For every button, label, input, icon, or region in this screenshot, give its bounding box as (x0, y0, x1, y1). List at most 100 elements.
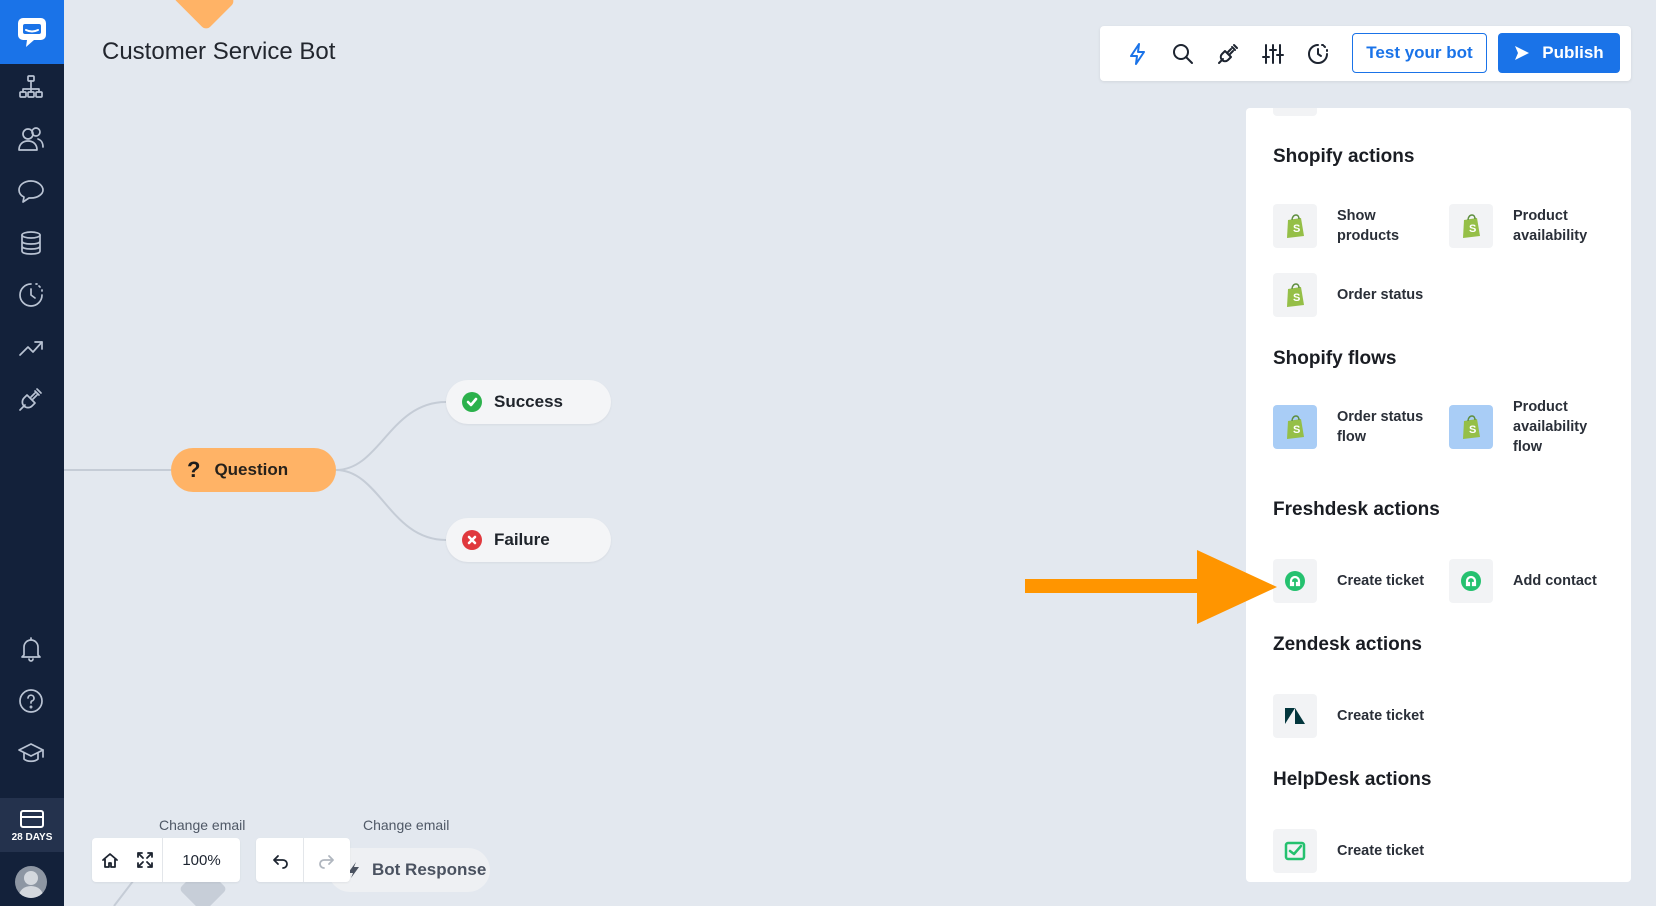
publish-button[interactable]: Publish (1498, 33, 1620, 73)
action-label: Order status flow (1337, 409, 1424, 445)
action-label: Product availability flow (1513, 399, 1588, 455)
freshdesk-icon (1449, 559, 1493, 603)
svg-text:S: S (1469, 223, 1476, 235)
svg-text:S: S (1293, 223, 1300, 235)
sidebar-item-audience[interactable] (14, 122, 48, 156)
expand-icon (136, 852, 153, 868)
undo-icon (272, 855, 288, 869)
shopify-icon: S (1273, 405, 1317, 449)
shopify-icon: S (1273, 273, 1317, 317)
chatbot-logo[interactable] (0, 0, 64, 64)
database-icon (21, 231, 41, 255)
action-shopify-show-products[interactable]: S Show products (1273, 203, 1449, 249)
failure-node-label: Failure (494, 530, 550, 549)
action-label: Create ticket (1337, 573, 1425, 589)
action-icon-partial (1273, 108, 1317, 116)
search-button[interactable] (1169, 40, 1197, 68)
bot-response-label: Bot Response (372, 860, 487, 879)
change-email-label-2: Change email (363, 817, 450, 833)
home-view-button[interactable] (92, 838, 127, 882)
bot-response-node[interactable]: Bot Response (328, 848, 490, 892)
action-shopify-order-status[interactable]: S Order status (1273, 272, 1449, 318)
actions-panel: Shopify actions S Show products S Produc… (1246, 108, 1631, 882)
section-title-shopify-actions: Shopify actions (1273, 146, 1415, 167)
history-button[interactable] (1304, 40, 1332, 68)
notifications-button[interactable] (14, 632, 48, 666)
history-controls (256, 838, 350, 882)
success-node[interactable]: Success (446, 380, 611, 424)
sidebar-item-integrations[interactable] (14, 382, 48, 416)
quick-actions-button[interactable] (1124, 40, 1152, 68)
action-shopify-product-availability[interactable]: S Product availability (1449, 203, 1625, 249)
svg-text:S: S (1293, 292, 1300, 304)
action-zendesk-create-ticket[interactable]: Create ticket (1273, 693, 1449, 739)
users-icon (18, 127, 44, 151)
settings-button[interactable] (1259, 40, 1287, 68)
chat-bubble-icon (18, 180, 44, 203)
action-label: Add contact (1513, 573, 1597, 589)
test-your-bot-button[interactable]: Test your bot (1352, 33, 1487, 73)
action-freshdesk-add-contact[interactable]: Add contact (1449, 558, 1625, 604)
question-node[interactable]: ? Question (171, 448, 336, 492)
sidebar-item-history[interactable] (14, 278, 48, 312)
home-icon (101, 853, 118, 868)
annotation-arrow-icon (1025, 550, 1277, 624)
action-label: Show products (1337, 208, 1400, 244)
helpdesk-icon (1273, 829, 1317, 873)
trend-up-icon (19, 341, 43, 356)
sidebar-item-data[interactable] (14, 226, 48, 260)
action-shopify-order-status-flow[interactable]: S Order status flow (1273, 404, 1449, 450)
failure-node[interactable]: Failure (446, 518, 611, 562)
send-icon (1515, 46, 1530, 60)
question-node-label: Question (214, 460, 289, 479)
question-mark-icon: ? (187, 457, 201, 482)
shopify-icon: S (1273, 204, 1317, 248)
action-freshdesk-create-ticket[interactable]: Create ticket (1273, 558, 1449, 604)
action-helpdesk-create-ticket[interactable]: Create ticket (1273, 828, 1449, 874)
x-circle-icon (462, 530, 482, 550)
integrations-button[interactable] (1214, 40, 1242, 68)
sliders-icon (1262, 44, 1284, 64)
sidebar-item-conversations[interactable] (14, 174, 48, 208)
trial-days-label: 28 DAYS (11, 831, 53, 843)
lightning-icon (1130, 43, 1145, 65)
section-title-freshdesk-actions: Freshdesk actions (1273, 499, 1440, 520)
clock-history-icon (1308, 44, 1328, 64)
plug-icon (1218, 44, 1238, 64)
svg-text:S: S (1293, 424, 1300, 436)
chat-bubble-logo-icon (18, 18, 46, 47)
check-circle-icon (462, 392, 482, 412)
redo-button[interactable] (303, 838, 350, 882)
sidebar-item-reports[interactable] (14, 330, 48, 364)
search-icon (1173, 44, 1193, 64)
publish-label: Publish (1542, 43, 1604, 62)
action-label: Order status (1337, 287, 1424, 303)
shopify-icon: S (1449, 204, 1493, 248)
section-title-helpdesk-actions: HelpDesk actions (1273, 769, 1432, 790)
plug-icon (19, 388, 42, 411)
zoom-level[interactable]: 100% (162, 838, 240, 882)
shopify-icon: S (1449, 405, 1493, 449)
action-shopify-product-availability-flow[interactable]: S Product availability flow (1449, 399, 1625, 455)
credit-card-icon (20, 809, 44, 828)
help-button[interactable] (14, 684, 48, 718)
action-label: Product availability (1513, 208, 1588, 244)
academy-button[interactable] (14, 736, 48, 770)
change-email-label-1: Change email (159, 817, 246, 833)
fit-to-screen-button[interactable] (127, 838, 162, 882)
trial-days-badge[interactable]: 28 DAYS (0, 798, 64, 852)
sidebar-item-bots[interactable] (14, 70, 48, 104)
parent-node[interactable] (172, 0, 236, 31)
svg-text:S: S (1469, 424, 1476, 436)
question-circle-icon (19, 689, 43, 713)
toolbar: Test your bot Publish (1100, 26, 1631, 81)
clock-history-icon (19, 283, 43, 307)
zendesk-icon (1273, 694, 1317, 738)
undo-button[interactable] (256, 838, 303, 882)
zoom-controls: 100% (92, 838, 240, 882)
hierarchy-icon (19, 75, 43, 98)
sidebar: 28 DAYS (0, 0, 64, 906)
success-node-label: Success (494, 392, 563, 411)
freshdesk-icon (1273, 559, 1317, 603)
avatar[interactable] (15, 866, 47, 898)
